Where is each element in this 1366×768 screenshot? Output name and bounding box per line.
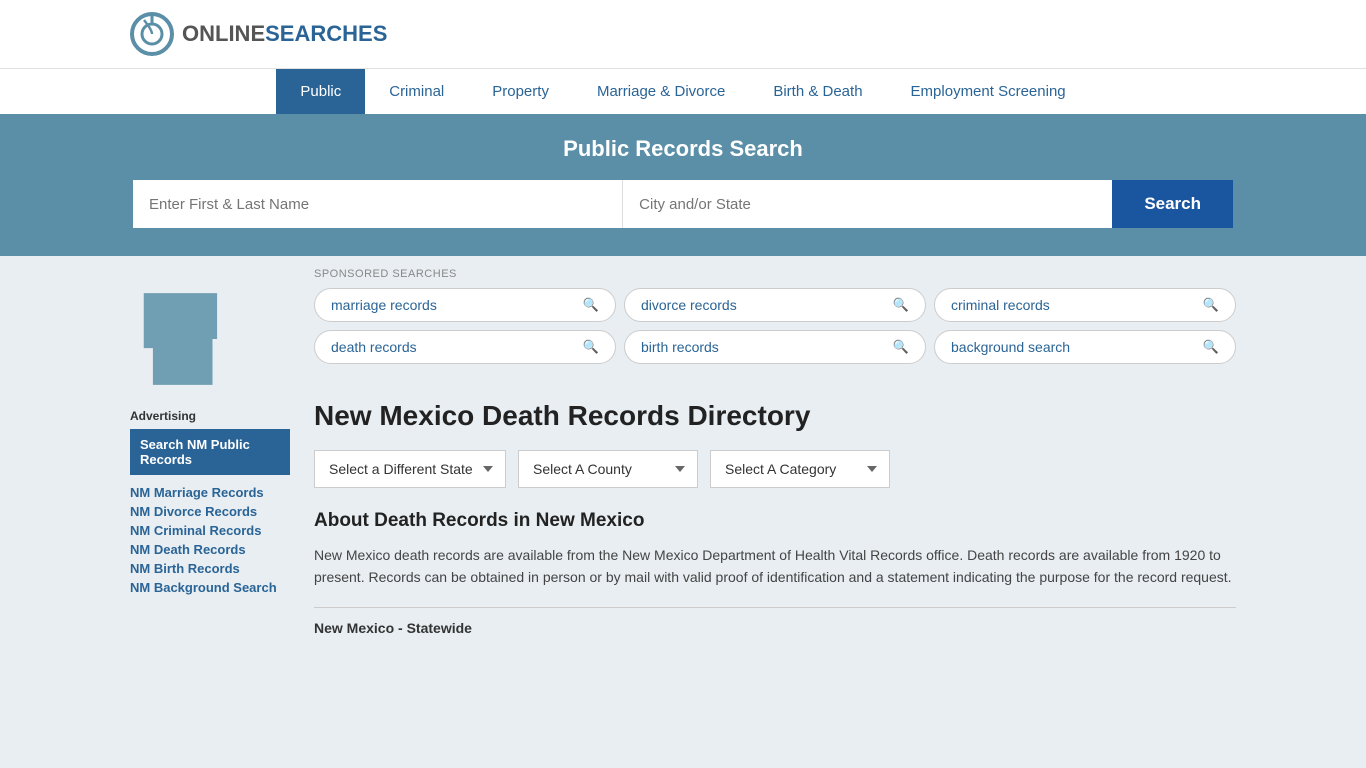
pill-death-label: death records [331,339,417,355]
nav-birth-death[interactable]: Birth & Death [749,69,886,114]
sidebar-link-death[interactable]: NM Death Records [130,542,290,557]
advertising-label: Advertising [130,409,290,423]
name-input[interactable] [133,180,623,228]
pill-criminal-records[interactable]: criminal records 🔍 [934,288,1236,322]
pill-birth-records[interactable]: birth records 🔍 [624,330,926,364]
sidebar-link-birth[interactable]: NM Birth Records [130,561,290,576]
sidebar-link-divorce[interactable]: NM Divorce Records [130,504,290,519]
logo-searches-text: SEARCHES [265,21,387,46]
about-title: About Death Records in New Mexico [314,510,1236,532]
search-icon-death: 🔍 [583,339,599,355]
nav-criminal[interactable]: Criminal [365,69,468,114]
search-pills-grid: marriage records 🔍 divorce records 🔍 cri… [314,288,1236,364]
pill-birth-label: birth records [641,339,719,355]
directory-section: New Mexico Death Records Directory Selec… [314,390,1236,636]
state-dropdown[interactable]: Select a Different State Alabama Alaska … [314,450,506,488]
search-bar: Search [133,180,1233,228]
logo-online-text: ONLINE [182,21,265,46]
nav-marriage-divorce[interactable]: Marriage & Divorce [573,69,749,114]
main-nav: Public Criminal Property Marriage & Divo… [0,68,1366,114]
logo-icon [130,12,174,56]
search-icon-background: 🔍 [1203,339,1219,355]
pill-divorce-label: divorce records [641,297,737,313]
pill-death-records[interactable]: death records 🔍 [314,330,616,364]
statewide-label: New Mexico - Statewide [314,620,1236,636]
ad-box[interactable]: Search NM Public Records [130,429,290,475]
hero-title: Public Records Search [130,136,1236,162]
search-button[interactable]: Search [1112,180,1233,228]
state-map [130,284,290,397]
logo[interactable]: ONLINESEARCHES [130,12,387,56]
sidebar: Advertising Search NM Public Records NM … [130,256,290,636]
sidebar-link-criminal[interactable]: NM Criminal Records [130,523,290,538]
nav-public[interactable]: Public [276,69,365,114]
main-content: Advertising Search NM Public Records NM … [0,256,1366,636]
pill-background-search[interactable]: background search 🔍 [934,330,1236,364]
sidebar-link-marriage[interactable]: NM Marriage Records [130,485,290,500]
pill-marriage-label: marriage records [331,297,437,313]
dropdowns-row: Select a Different State Alabama Alaska … [314,450,1236,488]
pill-background-label: background search [951,339,1070,355]
pill-criminal-label: criminal records [951,297,1050,313]
pill-divorce-records[interactable]: divorce records 🔍 [624,288,926,322]
section-divider [314,607,1236,608]
pill-marriage-records[interactable]: marriage records 🔍 [314,288,616,322]
category-dropdown[interactable]: Select A Category Death Certificates Obi… [710,450,890,488]
about-text: New Mexico death records are available f… [314,544,1236,589]
nav-employment-screening[interactable]: Employment Screening [887,69,1090,114]
sponsored-label: SPONSORED SEARCHES [314,268,1236,280]
location-input[interactable] [623,180,1112,228]
search-icon-marriage: 🔍 [583,297,599,313]
directory-title: New Mexico Death Records Directory [314,400,1236,432]
nav-property[interactable]: Property [468,69,573,114]
county-dropdown[interactable]: Select A County Bernalillo Chaves Cibola [518,450,698,488]
sidebar-link-background[interactable]: NM Background Search [130,580,290,595]
search-icon-criminal: 🔍 [1203,297,1219,313]
right-content: SPONSORED SEARCHES marriage records 🔍 di… [314,256,1236,636]
search-icon-birth: 🔍 [893,339,909,355]
nm-map-icon [130,284,240,394]
header: ONLINESEARCHES [0,0,1366,68]
search-icon-divorce: 🔍 [893,297,909,313]
sponsored-section: SPONSORED SEARCHES marriage records 🔍 di… [314,256,1236,390]
hero-section: Public Records Search Search [0,114,1366,256]
